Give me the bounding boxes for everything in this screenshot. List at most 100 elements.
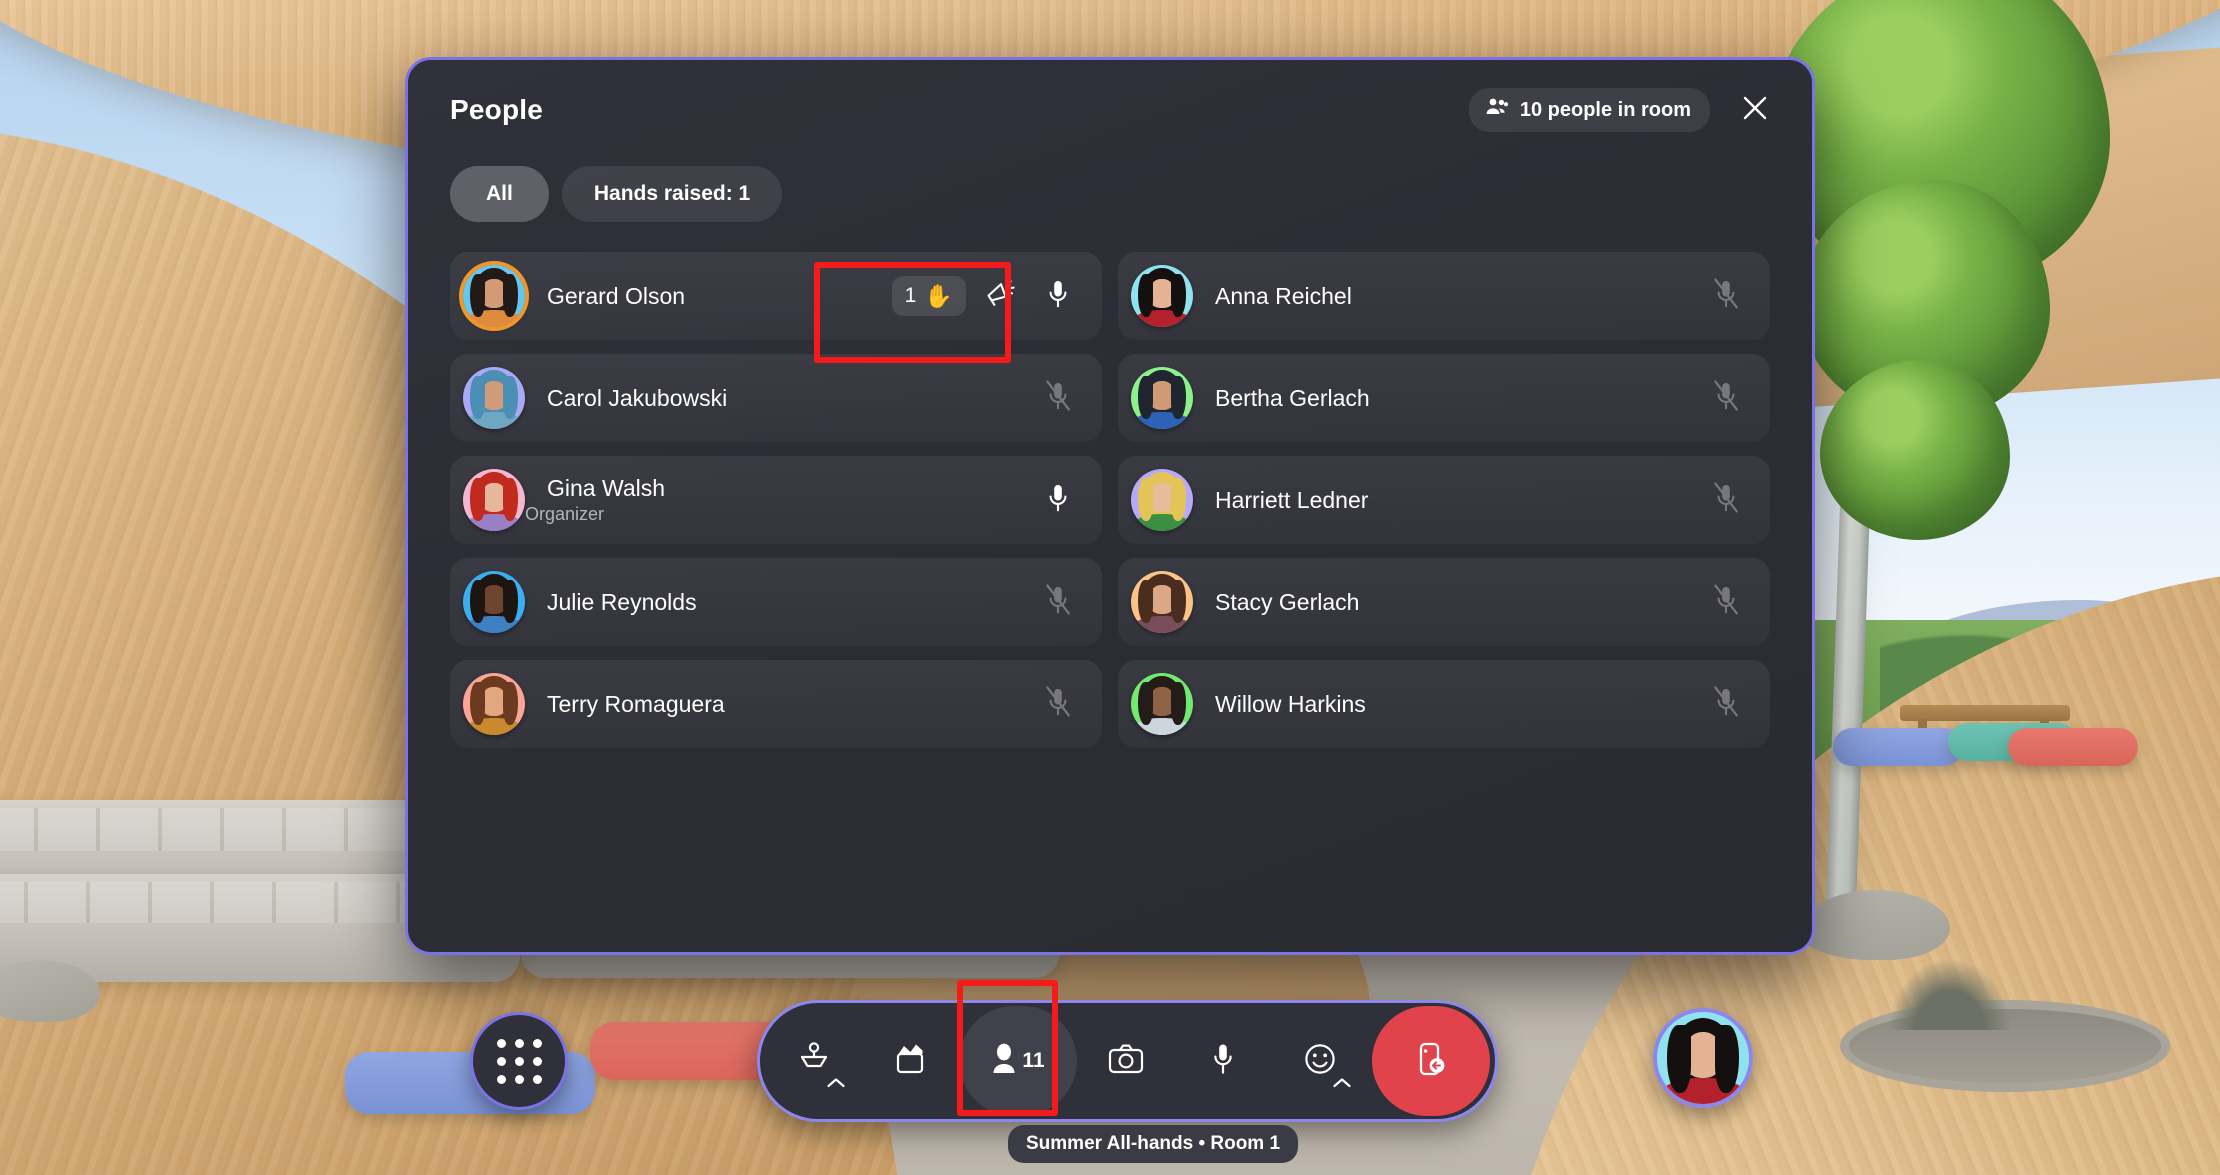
clapperboard-icon bbox=[893, 1042, 929, 1081]
person-row-actions bbox=[1702, 374, 1750, 422]
camera-button[interactable] bbox=[1077, 1006, 1174, 1116]
microphone-off-icon bbox=[1712, 584, 1740, 621]
avatar bbox=[463, 367, 525, 429]
mic-unmuted-indicator[interactable] bbox=[1034, 476, 1082, 524]
person-name: Anna Reichel bbox=[1215, 282, 1352, 309]
person-info: Terry Romaguera bbox=[525, 691, 725, 717]
people-icon bbox=[1485, 97, 1509, 123]
person-row[interactable]: Terry Romaguera bbox=[450, 660, 1102, 748]
person-name: Gerard Olson bbox=[547, 282, 686, 309]
reactions-button[interactable] bbox=[1271, 1006, 1368, 1116]
people-button[interactable]: 11 bbox=[959, 1006, 1077, 1116]
person-row-actions bbox=[1034, 680, 1082, 728]
mic-muted-indicator[interactable] bbox=[1702, 374, 1750, 422]
filter-chips: All Hands raised: 1 bbox=[408, 160, 1812, 222]
people-count-label: 11 bbox=[1022, 1049, 1045, 1072]
ornamental-grass bbox=[1890, 960, 2010, 1030]
mic-muted-indicator[interactable] bbox=[1702, 680, 1750, 728]
mic-unmuted-indicator[interactable] bbox=[1034, 272, 1082, 320]
person-info: Bertha Gerlach bbox=[1193, 385, 1370, 411]
microphone-off-icon bbox=[1712, 278, 1740, 315]
person-info: Harriett Ledner bbox=[1193, 487, 1368, 513]
person-row-actions bbox=[1702, 578, 1750, 626]
person-role: Organizer bbox=[525, 504, 605, 525]
avatar bbox=[463, 265, 525, 327]
room-count-badge: 10 people in room bbox=[1468, 88, 1710, 132]
raised-hand-icon: ✋ bbox=[924, 282, 953, 309]
mic-muted-indicator[interactable] bbox=[1034, 374, 1082, 422]
mic-muted-indicator[interactable] bbox=[1034, 578, 1082, 626]
person-row-actions bbox=[1702, 476, 1750, 524]
person-name: Bertha Gerlach bbox=[1215, 384, 1370, 411]
avatar bbox=[1131, 571, 1193, 633]
person-row[interactable]: Julie Reynolds bbox=[450, 558, 1102, 646]
self-avatar[interactable] bbox=[1653, 1008, 1753, 1108]
microphone-off-icon bbox=[1712, 686, 1740, 723]
microphone-button[interactable] bbox=[1174, 1006, 1271, 1116]
page-title: People bbox=[450, 94, 544, 125]
microphone-icon bbox=[1044, 278, 1072, 315]
vr-meeting-screen: People 10 people in room All Hands raise… bbox=[0, 0, 2220, 1175]
person-info: Willow Harkins bbox=[1193, 691, 1366, 717]
mic-muted-indicator[interactable] bbox=[1702, 476, 1750, 524]
avatar bbox=[463, 673, 525, 735]
avatar bbox=[463, 469, 525, 531]
person-name: Harriett Ledner bbox=[1215, 486, 1369, 513]
tree-canopy-lower bbox=[1820, 360, 2010, 540]
avatar bbox=[463, 571, 525, 633]
avatar bbox=[1131, 469, 1193, 531]
person-icon bbox=[991, 1042, 1017, 1081]
close-panel-button[interactable] bbox=[1732, 87, 1778, 133]
camera-icon bbox=[1107, 1043, 1145, 1080]
microphone-icon bbox=[1209, 1041, 1237, 1082]
person-row[interactable]: Willow Harkins bbox=[1118, 660, 1770, 748]
person-row-actions bbox=[1702, 680, 1750, 728]
panel-header: People 10 people in room bbox=[408, 60, 1812, 160]
meeting-toolbar: 11 bbox=[757, 1000, 1498, 1122]
room-count-label: 10 people in room bbox=[1519, 98, 1691, 121]
person-row[interactable]: Anna Reichel bbox=[1118, 252, 1770, 340]
people-list: Gerard Olson 1 ✋ Anna Reichel Carol Jaku… bbox=[408, 222, 1812, 748]
person-row-actions bbox=[1034, 578, 1082, 626]
avatar bbox=[1131, 673, 1193, 735]
meeting-name-caption: Summer All-hands • Room 1 bbox=[1008, 1125, 1299, 1163]
person-name: Julie Reynolds bbox=[547, 588, 697, 615]
app-grid-button[interactable] bbox=[470, 1012, 568, 1110]
people-panel: People 10 people in room All Hands raise… bbox=[405, 57, 1815, 955]
mic-muted-indicator[interactable] bbox=[1702, 272, 1750, 320]
person-info: Carol Jakubowski bbox=[525, 385, 727, 411]
person-row[interactable]: Carol Jakubowski bbox=[450, 354, 1102, 442]
person-row[interactable]: Stacy Gerlach bbox=[1118, 558, 1770, 646]
filter-chip-all[interactable]: All bbox=[450, 166, 549, 222]
microphone-off-icon bbox=[1712, 482, 1740, 519]
cushion-blue-right bbox=[1833, 728, 1963, 766]
reaction-megaphone-button[interactable] bbox=[976, 272, 1024, 320]
person-info: Gerard Olson bbox=[525, 283, 685, 309]
person-row-actions bbox=[1034, 476, 1082, 524]
microphone-off-icon bbox=[1044, 584, 1072, 621]
person-row-actions: 1 ✋ bbox=[891, 272, 1082, 320]
chevron-up-icon[interactable] bbox=[1332, 1076, 1352, 1094]
hand-raised-badge[interactable]: 1 ✋ bbox=[891, 276, 966, 316]
avatar bbox=[1131, 367, 1193, 429]
person-row[interactable]: Gerard Olson 1 ✋ bbox=[450, 252, 1102, 340]
hand-raised-count: 1 bbox=[904, 284, 917, 307]
avatar bbox=[1131, 265, 1193, 327]
filter-chip-hands-raised[interactable]: Hands raised: 1 bbox=[561, 166, 783, 222]
person-name: Terry Romaguera bbox=[547, 690, 725, 717]
media-clip-button[interactable] bbox=[862, 1006, 959, 1116]
cushion-red-right bbox=[2008, 728, 2138, 766]
microphone-off-icon bbox=[1044, 686, 1072, 723]
stage-podium-button[interactable] bbox=[765, 1006, 862, 1116]
person-info: Anna Reichel bbox=[1193, 283, 1352, 309]
mic-muted-indicator[interactable] bbox=[1034, 680, 1082, 728]
microphone-off-icon bbox=[1044, 380, 1072, 417]
person-row[interactable]: Bertha Gerlach bbox=[1118, 354, 1770, 442]
person-name: Willow Harkins bbox=[1215, 690, 1366, 717]
leave-button[interactable] bbox=[1372, 1006, 1490, 1116]
mic-muted-indicator[interactable] bbox=[1702, 578, 1750, 626]
person-row[interactable]: Harriett Ledner bbox=[1118, 456, 1770, 544]
person-row[interactable]: Gina Walsh Organizer bbox=[450, 456, 1102, 544]
chevron-up-icon[interactable] bbox=[826, 1076, 846, 1094]
panel-header-actions: 10 people in room bbox=[1468, 87, 1778, 133]
